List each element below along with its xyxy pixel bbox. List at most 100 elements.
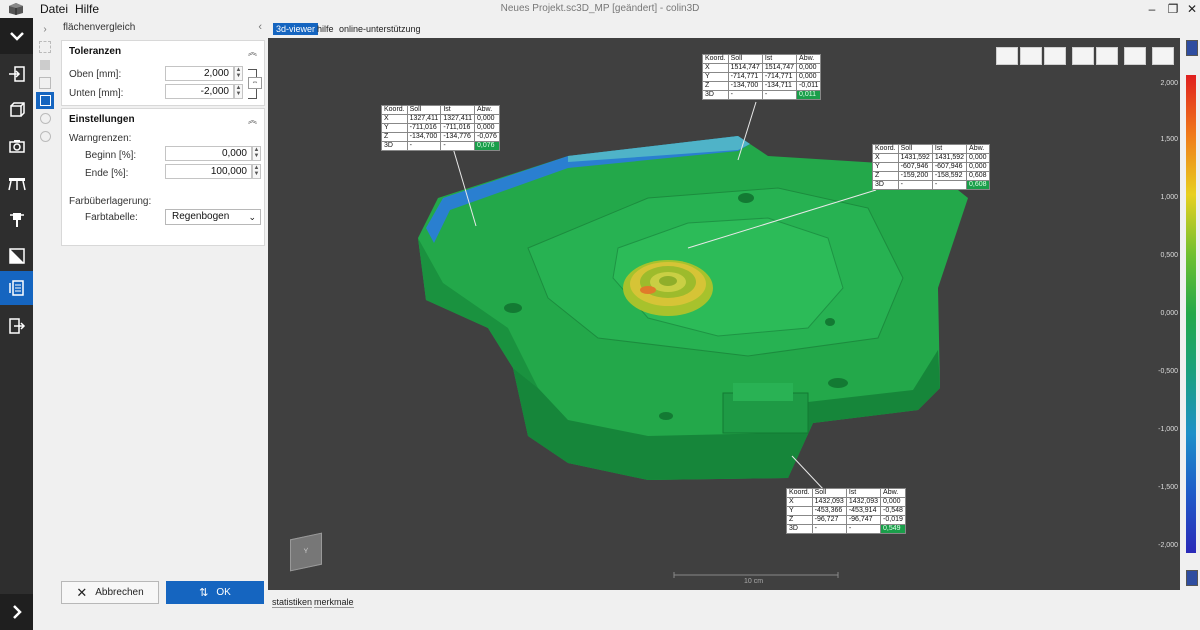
table-cell: -0,548 [880, 506, 906, 516]
unten-stepper[interactable]: ▲ ▼ [234, 84, 243, 99]
report-button[interactable] [0, 271, 33, 305]
close-window-button[interactable]: ✕ [1184, 1, 1200, 17]
table-cell: 0,000 [474, 123, 500, 133]
callout-table-4: Koord. Soll Ist Abw. X 1432,093 1432,093 0,000… [786, 488, 906, 534]
table-cell: Y [786, 506, 813, 516]
panel-collapse-button[interactable]: ‹ [258, 21, 262, 33]
chevron-up-icon[interactable]: ︽ [248, 45, 257, 58]
chevron-right-icon [12, 605, 22, 619]
cube-button[interactable] [0, 92, 33, 128]
table-cell: X [702, 63, 729, 73]
view-mode-button-5[interactable] [1096, 47, 1118, 65]
oben-stepper[interactable]: ▲ ▼ [234, 66, 243, 81]
title-bar: Datei Hilfe Neues Projekt.sc3D_MP [geänd… [0, 0, 1200, 19]
view-cube-icon[interactable]: Y [290, 532, 322, 572]
scale-label-3: 1,000 [1160, 194, 1178, 201]
table-cell: -0,011 [796, 81, 822, 91]
subbar-surface-compare[interactable] [36, 92, 54, 109]
cut-button[interactable] [1124, 47, 1146, 65]
view-mode-button-3[interactable] [1044, 47, 1066, 65]
subbar-expand-button[interactable]: › [36, 21, 54, 38]
export-button[interactable] [0, 308, 33, 344]
table-cell: X [381, 114, 408, 124]
layers-icon [40, 59, 50, 70]
ende-input[interactable]: 100,000 [165, 164, 252, 179]
camera-button[interactable] [0, 128, 33, 164]
farbtabelle-select[interactable]: Regenbogen ⌄ [165, 209, 261, 225]
main-toolbar [0, 18, 33, 630]
subbar-tool-6[interactable] [36, 128, 54, 145]
farbtabelle-label: Farbtabelle: [85, 212, 138, 223]
table-header: Koord. [872, 144, 899, 154]
measure-button[interactable] [0, 238, 33, 274]
table-cell: - [845, 524, 882, 534]
scale-label-8: -1,500 [1158, 484, 1178, 491]
table-cell: Z [381, 132, 408, 142]
collapse-menu-button[interactable] [0, 18, 33, 54]
scale-label-1: 2,000 [1160, 80, 1178, 87]
report-icon [8, 280, 24, 296]
tab-online-unterstuetzung[interactable]: online-unterstützung [336, 23, 424, 35]
view-mode-button-2[interactable] [1020, 47, 1042, 65]
import-button[interactable] [0, 56, 33, 92]
scanner-button[interactable] [0, 166, 33, 202]
link-icon[interactable]: ⇔ [248, 77, 262, 89]
view-mode-button-1[interactable] [996, 47, 1018, 65]
ende-label: Ende [%]: [85, 168, 129, 179]
table-cell: -134,776 [440, 132, 475, 142]
panel-header: flächenvergleich [63, 22, 136, 33]
cube-icon [39, 95, 51, 106]
probe-button[interactable] [0, 202, 33, 238]
table-cell: -134,700 [727, 81, 763, 91]
chevron-right-icon: › [43, 24, 47, 35]
oben-input[interactable]: 2,000 [165, 66, 234, 81]
tab-3d-viewer[interactable]: 3d-viewer [273, 23, 319, 35]
unten-input[interactable]: -2,000 [165, 84, 234, 99]
expand-sidebar-button[interactable] [0, 594, 33, 630]
scale-label-5: 0,000 [1160, 310, 1178, 317]
table-cell: 1431,592 [931, 153, 968, 163]
tab-hilfe[interactable]: hilfe [314, 23, 337, 35]
table-cell: 0,011 [796, 90, 822, 100]
ende-stepper[interactable]: ▲ ▼ [252, 164, 261, 179]
table-cell: -134,711 [761, 81, 798, 91]
3d-viewport[interactable]: 10 cm Y Koord. Soll Ist Abw. X 1327,411 1327,… [268, 38, 1180, 590]
minimize-button[interactable]: – [1144, 1, 1160, 17]
subbar-tool-5[interactable] [36, 110, 54, 127]
table-cell: 3D [872, 180, 899, 190]
screenshot-button[interactable] [1152, 47, 1174, 65]
farbtabelle-value: Regenbogen [172, 211, 230, 222]
table-header: Soll [727, 54, 763, 64]
table-cell: 0,000 [796, 63, 822, 73]
tab-merkmale[interactable]: merkmale [314, 597, 354, 608]
camera-icon [8, 140, 25, 153]
table-cell: - [761, 90, 798, 100]
pointer-icon [39, 40, 51, 53]
ok-button[interactable]: ⇅ OK [166, 581, 264, 604]
table-cell: -714,771 [761, 72, 798, 82]
table-cell: 1431,592 [897, 153, 933, 163]
table-cell: -96,727 [811, 515, 847, 525]
tab-statistiken[interactable]: statistiken [272, 597, 313, 608]
cancel-button[interactable]: ✕ Abbrechen [61, 581, 159, 604]
table-cell: -96,747 [845, 515, 882, 525]
beginn-input[interactable]: 0,000 [165, 146, 252, 161]
table-cell: 3D [381, 141, 408, 151]
sub-toolbar: › [33, 18, 58, 630]
subbar-tool-2[interactable] [36, 56, 54, 73]
chevron-up-icon[interactable]: ︽ [248, 113, 257, 126]
unten-label: Unten [mm]: [69, 88, 124, 99]
table-cell: -711,016 [440, 123, 475, 133]
scale-handle-bottom[interactable] [1186, 570, 1198, 586]
surface-compare-panel: flächenvergleich ‹ Toleranzen ︽ Oben [mm… [57, 18, 268, 630]
maximize-button[interactable]: ❐ [1165, 1, 1181, 17]
subbar-tool-3[interactable] [36, 74, 54, 91]
table-cell: 1514,747 [761, 63, 798, 73]
view-mode-button-4[interactable] [1072, 47, 1094, 65]
table-cell: -0,019 [880, 515, 906, 525]
beginn-stepper[interactable]: ▲ ▼ [252, 146, 261, 161]
scale-handle-top[interactable] [1186, 40, 1198, 56]
scale-label-9: -2,000 [1158, 542, 1178, 549]
subbar-tool-1[interactable] [36, 38, 54, 55]
table-header: Ist [845, 488, 882, 498]
